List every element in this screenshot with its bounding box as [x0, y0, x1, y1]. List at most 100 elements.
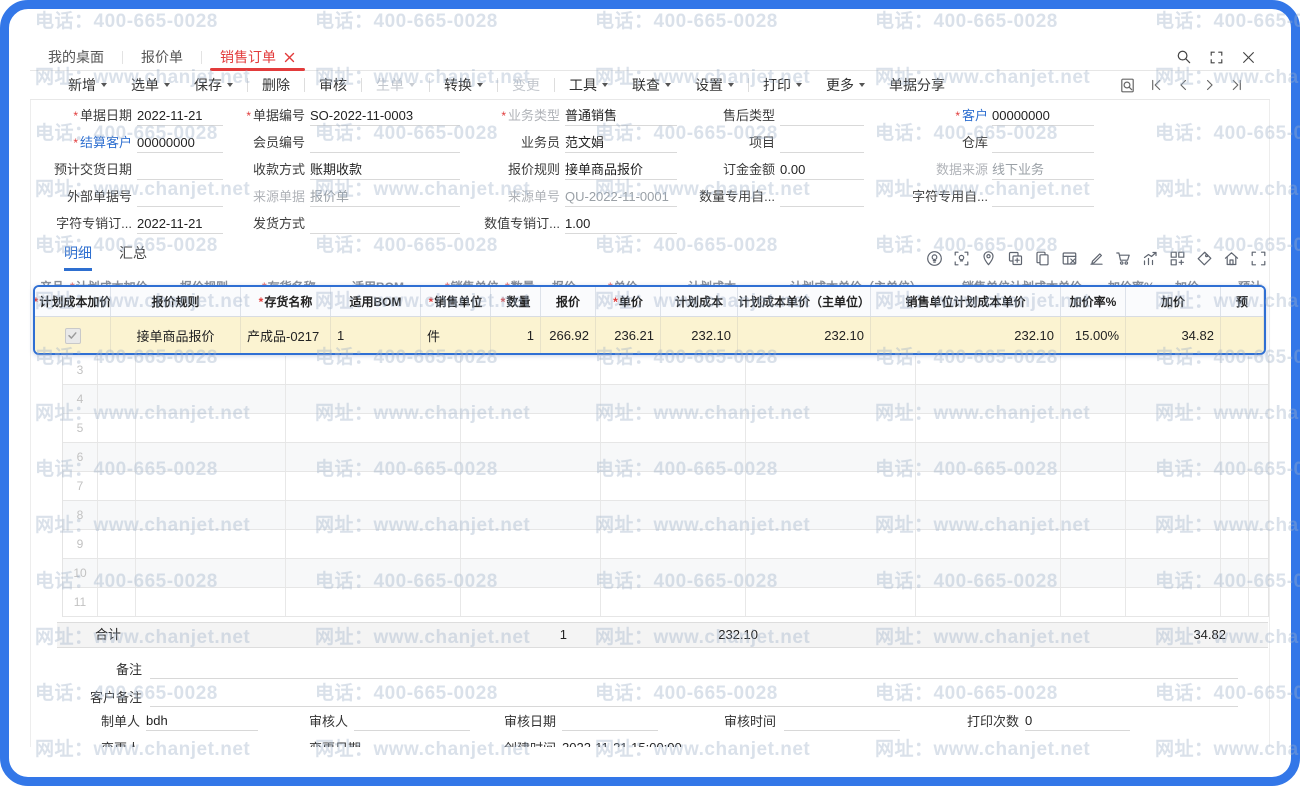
- watermark-text: 电话：400-665-0028: [595, 230, 778, 257]
- remark-label: 备注: [62, 660, 142, 679]
- tab-sales-order[interactable]: 销售订单: [202, 44, 313, 70]
- quote-rule-field[interactable]: 接单商品报价: [565, 160, 677, 180]
- row-cell-markup-rate[interactable]: 15.00%: [1061, 317, 1126, 354]
- row-cell-sales-unit-planned-cost-price[interactable]: 232.10: [871, 317, 1061, 354]
- location-icon[interactable]: [980, 250, 997, 267]
- toolbar-delete-button[interactable]: 删除: [262, 75, 290, 95]
- chevron-down-icon: [409, 83, 415, 87]
- approve-time-field[interactable]: [784, 712, 900, 731]
- row-cell-markup-amount[interactable]: 34.82: [1126, 317, 1221, 354]
- chevron-down-icon: [728, 83, 734, 87]
- tab-detail[interactable]: 明细: [64, 243, 92, 271]
- prev-record-icon[interactable]: [1176, 78, 1190, 92]
- numeric-so-custom-field-field[interactable]: 1.00: [565, 214, 677, 234]
- settlement-customer-field[interactable]: 00000000: [137, 133, 223, 153]
- toolbar-share-doc-button[interactable]: 单据分享: [889, 75, 945, 95]
- doc-number-field[interactable]: SO-2022-11-0003: [310, 106, 460, 126]
- remark-input[interactable]: [150, 660, 1238, 679]
- warehouse-field[interactable]: [992, 133, 1094, 153]
- doc-search-icon[interactable]: [1119, 77, 1136, 94]
- toolbar-approve-button[interactable]: 审核: [319, 75, 347, 95]
- toolbar-linked-query-button[interactable]: 联查: [632, 75, 671, 95]
- toolbar-button-label: 审核: [319, 75, 347, 95]
- expected-delivery-date-field[interactable]: [137, 160, 223, 180]
- edit-icon[interactable]: [1088, 250, 1105, 267]
- scan-bulb-icon[interactable]: [953, 250, 970, 267]
- next-record-icon[interactable]: [1203, 78, 1217, 92]
- salesperson-field[interactable]: 范文娟: [565, 133, 677, 153]
- tab-quotation[interactable]: 报价单: [123, 44, 201, 70]
- tab-summary[interactable]: 汇总: [119, 243, 147, 271]
- layout-plus-icon[interactable]: [1169, 250, 1186, 267]
- qty-custom-field-field[interactable]: [780, 187, 864, 207]
- toolbar-more-button[interactable]: 更多: [826, 75, 865, 95]
- row-cell-planned-cost-unit-price-main[interactable]: 232.10: [738, 317, 871, 354]
- toolbar-settings-button[interactable]: 设置: [695, 75, 734, 95]
- cart-icon[interactable]: [1115, 250, 1132, 267]
- row-number: 9: [63, 530, 98, 558]
- creator-field[interactable]: bdh: [146, 712, 258, 731]
- bulb-circle-icon[interactable]: [926, 250, 943, 267]
- toolbar-save-button[interactable]: 保存: [194, 75, 233, 95]
- doc-date-field[interactable]: 2022-11-21: [137, 106, 223, 126]
- maximize-icon[interactable]: [1209, 50, 1224, 65]
- row-cell-bom[interactable]: 1: [331, 317, 421, 354]
- row-cell-planned-cost[interactable]: 232.10: [661, 317, 738, 354]
- external-doc-number-field[interactable]: [137, 187, 223, 207]
- expected-delivery-date-label: 预计交货日期: [40, 160, 132, 180]
- toolbar-change-button[interactable]: 变更: [512, 75, 540, 95]
- payment-method-field[interactable]: 账期收款: [310, 160, 460, 180]
- cell-value: 236.21: [614, 328, 654, 343]
- delivery-method-field[interactable]: [310, 214, 460, 234]
- tag-icon[interactable]: [1196, 250, 1213, 267]
- table-delete-icon[interactable]: [1061, 250, 1078, 267]
- customer-field[interactable]: 00000000: [992, 106, 1094, 126]
- source-doc-number-label: 来源单号: [480, 187, 560, 207]
- trend-chart-icon[interactable]: [1142, 250, 1159, 267]
- toolbar-print-button[interactable]: 打印: [763, 75, 802, 95]
- row-cell-pre-clipped[interactable]: [1221, 317, 1264, 354]
- toolbar-new-button[interactable]: 新增: [68, 75, 107, 95]
- home-icon[interactable]: [1223, 250, 1240, 267]
- fullscreen-icon[interactable]: [1250, 250, 1267, 267]
- row-cell-item-name[interactable]: 产成品-0217: [241, 317, 331, 354]
- close-icon[interactable]: [1241, 50, 1256, 65]
- row-cell-planned-cost-markup[interactable]: [35, 317, 111, 354]
- print-count-field[interactable]: 0: [1025, 712, 1130, 731]
- business-type-field[interactable]: 普通销售: [565, 106, 677, 126]
- after-sales-type-field[interactable]: [780, 106, 864, 126]
- char-custom-field-field[interactable]: [992, 187, 1094, 207]
- empty-cell: [1061, 385, 1126, 413]
- paste-icon[interactable]: [1034, 250, 1051, 267]
- source-doc-number-field[interactable]: QU-2022-11-0001: [565, 187, 677, 207]
- toolbar-convert-button[interactable]: 转换: [444, 75, 483, 95]
- data-source-field[interactable]: 线下业务: [992, 160, 1094, 180]
- search-icon[interactable]: [1176, 49, 1192, 65]
- row-cell-unit-price[interactable]: 236.21: [596, 317, 661, 354]
- toolbar-tools-button[interactable]: 工具: [569, 75, 608, 95]
- deposit-amount-field[interactable]: 0.00: [780, 160, 864, 180]
- column-header-label: 计划成本加价: [39, 293, 111, 310]
- project-field[interactable]: [780, 133, 864, 153]
- toolbar-generate-doc-button[interactable]: 生单: [376, 75, 415, 95]
- row-cell-quote-rule[interactable]: 接单商品报价: [111, 317, 241, 354]
- last-record-icon[interactable]: [1230, 78, 1244, 92]
- tab-label: 报价单: [141, 47, 183, 67]
- row-cell-quote-price[interactable]: 266.92: [541, 317, 596, 354]
- first-record-icon[interactable]: [1149, 78, 1163, 92]
- row-cell-quantity[interactable]: 1: [491, 317, 541, 354]
- customer-remark-input[interactable]: [150, 688, 1238, 707]
- row-number: 10: [63, 559, 98, 587]
- copy-plus-icon[interactable]: [1007, 250, 1024, 267]
- approver-field[interactable]: [354, 712, 470, 731]
- row-checkbox[interactable]: [65, 328, 81, 344]
- row-cell-sales-unit[interactable]: 件: [421, 317, 491, 354]
- close-tab-icon[interactable]: [284, 52, 295, 63]
- member-number-field[interactable]: [310, 133, 460, 153]
- approve-date-field[interactable]: [562, 712, 658, 731]
- source-doc-type-field[interactable]: 报价单: [310, 187, 460, 207]
- toolbar-select-doc-button[interactable]: 选单: [131, 75, 170, 95]
- char-so-custom-field-field[interactable]: 2022-11-21: [137, 214, 223, 234]
- tab-my-desktop[interactable]: 我的桌面: [30, 44, 122, 70]
- empty-cell: [1126, 385, 1221, 413]
